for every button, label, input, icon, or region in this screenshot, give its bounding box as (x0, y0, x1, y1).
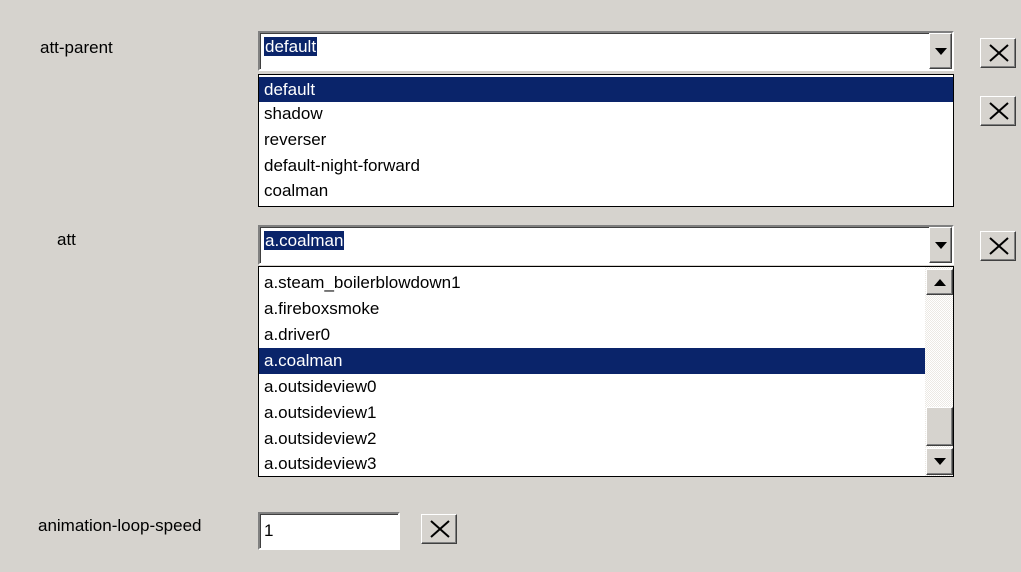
close-x-icon (989, 44, 1009, 62)
clear-button[interactable] (980, 96, 1016, 126)
close-x-icon (989, 237, 1009, 255)
list-item[interactable]: a.steam_boilerblowdown1 (259, 270, 925, 295)
list-item[interactable]: a.outsideview2 (259, 426, 925, 451)
arrow-up-icon (933, 278, 946, 286)
list-item[interactable]: shadow (259, 102, 953, 127)
animation-loop-speed-label: animation-loop-speed (38, 516, 202, 535)
att-parent-label: att-parent (40, 38, 113, 57)
chevron-down-icon (934, 241, 947, 249)
list-item[interactable]: a.fireboxsmoke (259, 296, 925, 321)
list-item[interactable]: reverser (259, 128, 953, 153)
scrollbar-thumb[interactable] (926, 407, 953, 446)
att-parent-dropdown-button[interactable] (929, 33, 952, 69)
list-item[interactable]: a.outsideview1 (259, 400, 925, 425)
close-x-icon (989, 102, 1009, 120)
scroll-down-button[interactable] (926, 448, 953, 475)
list-item[interactable]: a.coalman (259, 348, 925, 374)
scroll-up-button[interactable] (926, 269, 953, 295)
att-dropdown-list[interactable]: a.steam_boilerblowdown1 a.fireboxsmoke a… (258, 266, 954, 477)
list-item[interactable]: default-night-forward (259, 154, 953, 179)
att-combobox-value: a.coalman (264, 231, 345, 250)
arrow-down-icon (933, 458, 946, 465)
att-parent-combobox-value: default (264, 37, 318, 56)
animation-loop-speed-clear-button[interactable] (421, 514, 457, 544)
list-item[interactable]: coalman (259, 179, 953, 204)
att-parent-clear-button[interactable] (980, 38, 1016, 68)
list-item[interactable]: a.outsideview3 (259, 451, 925, 476)
att-clear-button[interactable] (980, 231, 1016, 261)
chevron-down-icon (934, 47, 947, 55)
att-parent-dropdown-list[interactable]: default shadow reverser default-night-fo… (258, 74, 954, 207)
att-label: att (57, 230, 76, 249)
animation-loop-speed-value: 1 (264, 521, 274, 540)
close-x-icon (430, 520, 450, 538)
att-dropdown-button[interactable] (929, 227, 952, 263)
att-combobox[interactable]: a.coalman (258, 225, 954, 265)
att-parent-combobox[interactable]: default (258, 31, 954, 71)
animation-loop-speed-input[interactable]: 1 (258, 512, 400, 550)
list-item[interactable]: a.driver0 (259, 322, 925, 347)
list-item[interactable]: default (259, 77, 953, 102)
list-item[interactable]: a.outsideview0 (259, 374, 925, 399)
properties-panel: att-parent default default shadow revers… (0, 0, 1021, 572)
